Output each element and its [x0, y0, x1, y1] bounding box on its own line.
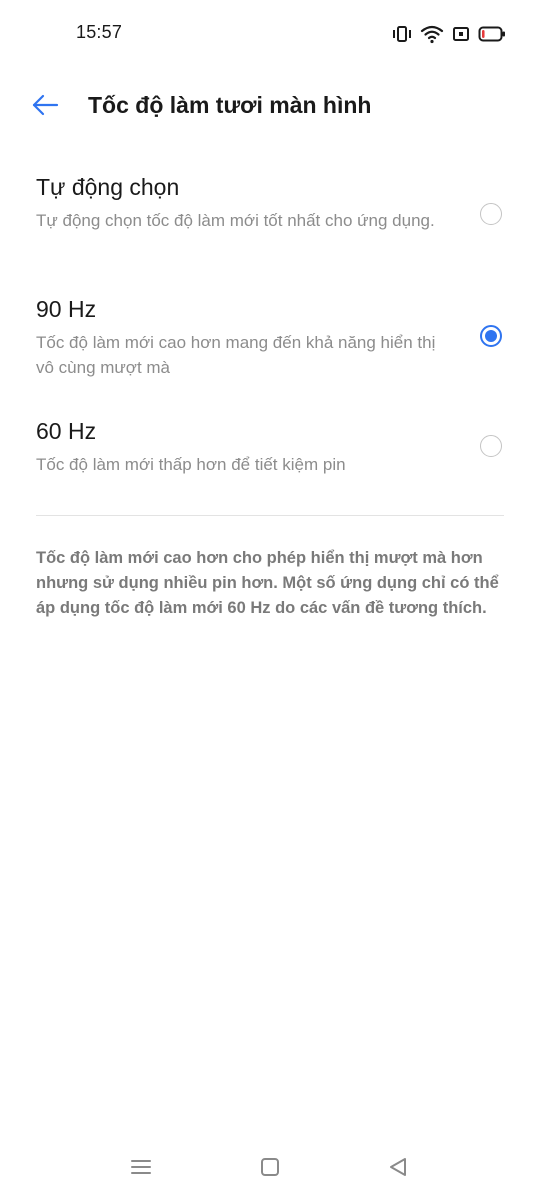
status-time: 15:57 — [76, 22, 123, 42]
header: Tốc độ làm tươi màn hình — [0, 76, 540, 136]
navigation-bar — [0, 1140, 540, 1200]
option-title: Tự động chọn — [36, 174, 180, 200]
status-icons — [392, 22, 506, 46]
radio-60hz[interactable] — [480, 435, 502, 457]
status-bar: 15:57 — [0, 0, 540, 68]
notification-icon — [452, 25, 470, 43]
radio-auto[interactable] — [480, 203, 502, 225]
home-icon — [259, 1156, 281, 1183]
option-title: 60 Hz — [36, 418, 97, 444]
option-title: 90 Hz — [36, 296, 97, 322]
option-90hz[interactable]: 90 Hz Tốc độ làm mới cao hơn mang đến kh… — [0, 282, 540, 394]
option-auto[interactable]: Tự động chọn Tự động chọn tốc độ làm mới… — [0, 160, 540, 272]
divider — [36, 515, 504, 516]
option-60hz[interactable]: 60 Hz Tốc độ làm mới thấp hơn để tiết ki… — [0, 404, 540, 494]
wifi-icon — [420, 24, 444, 44]
footnote-text: Tốc độ làm mới cao hơn cho phép hiển thị… — [36, 549, 499, 617]
menu-icon — [130, 1157, 152, 1182]
home-button[interactable] — [255, 1154, 285, 1184]
option-description: Tốc độ làm mới thấp hơn để tiết kiệm pin — [36, 455, 346, 474]
arrow-left-icon — [31, 94, 59, 121]
recent-apps-button[interactable] — [126, 1154, 156, 1184]
battery-icon — [478, 25, 506, 43]
option-description: Tốc độ làm mới cao hơn mang đến khả năng… — [36, 333, 436, 377]
radio-90hz[interactable] — [480, 325, 502, 347]
back-triangle-icon — [387, 1156, 409, 1183]
option-description: Tự động chọn tốc độ làm mới tốt nhất cho… — [36, 211, 435, 230]
back-button[interactable] — [28, 90, 62, 124]
page-title: Tốc độ làm tươi màn hình — [88, 92, 372, 118]
vibrate-icon — [392, 25, 412, 43]
back-nav-button[interactable] — [383, 1154, 413, 1184]
